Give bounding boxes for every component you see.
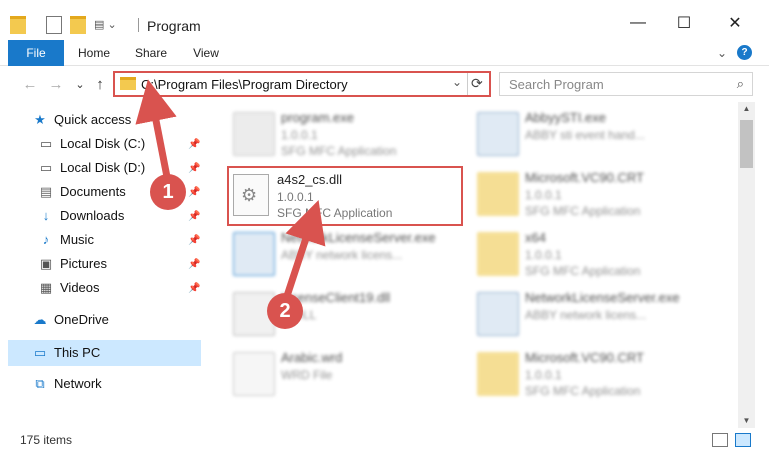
annotation-arrows [135, 79, 326, 298]
arrow-to-address-bar [135, 79, 177, 183]
step-badge-1: 1 [150, 174, 186, 210]
arrow-to-dll-file [283, 200, 326, 298]
step-badge-2: 2 [267, 293, 303, 329]
